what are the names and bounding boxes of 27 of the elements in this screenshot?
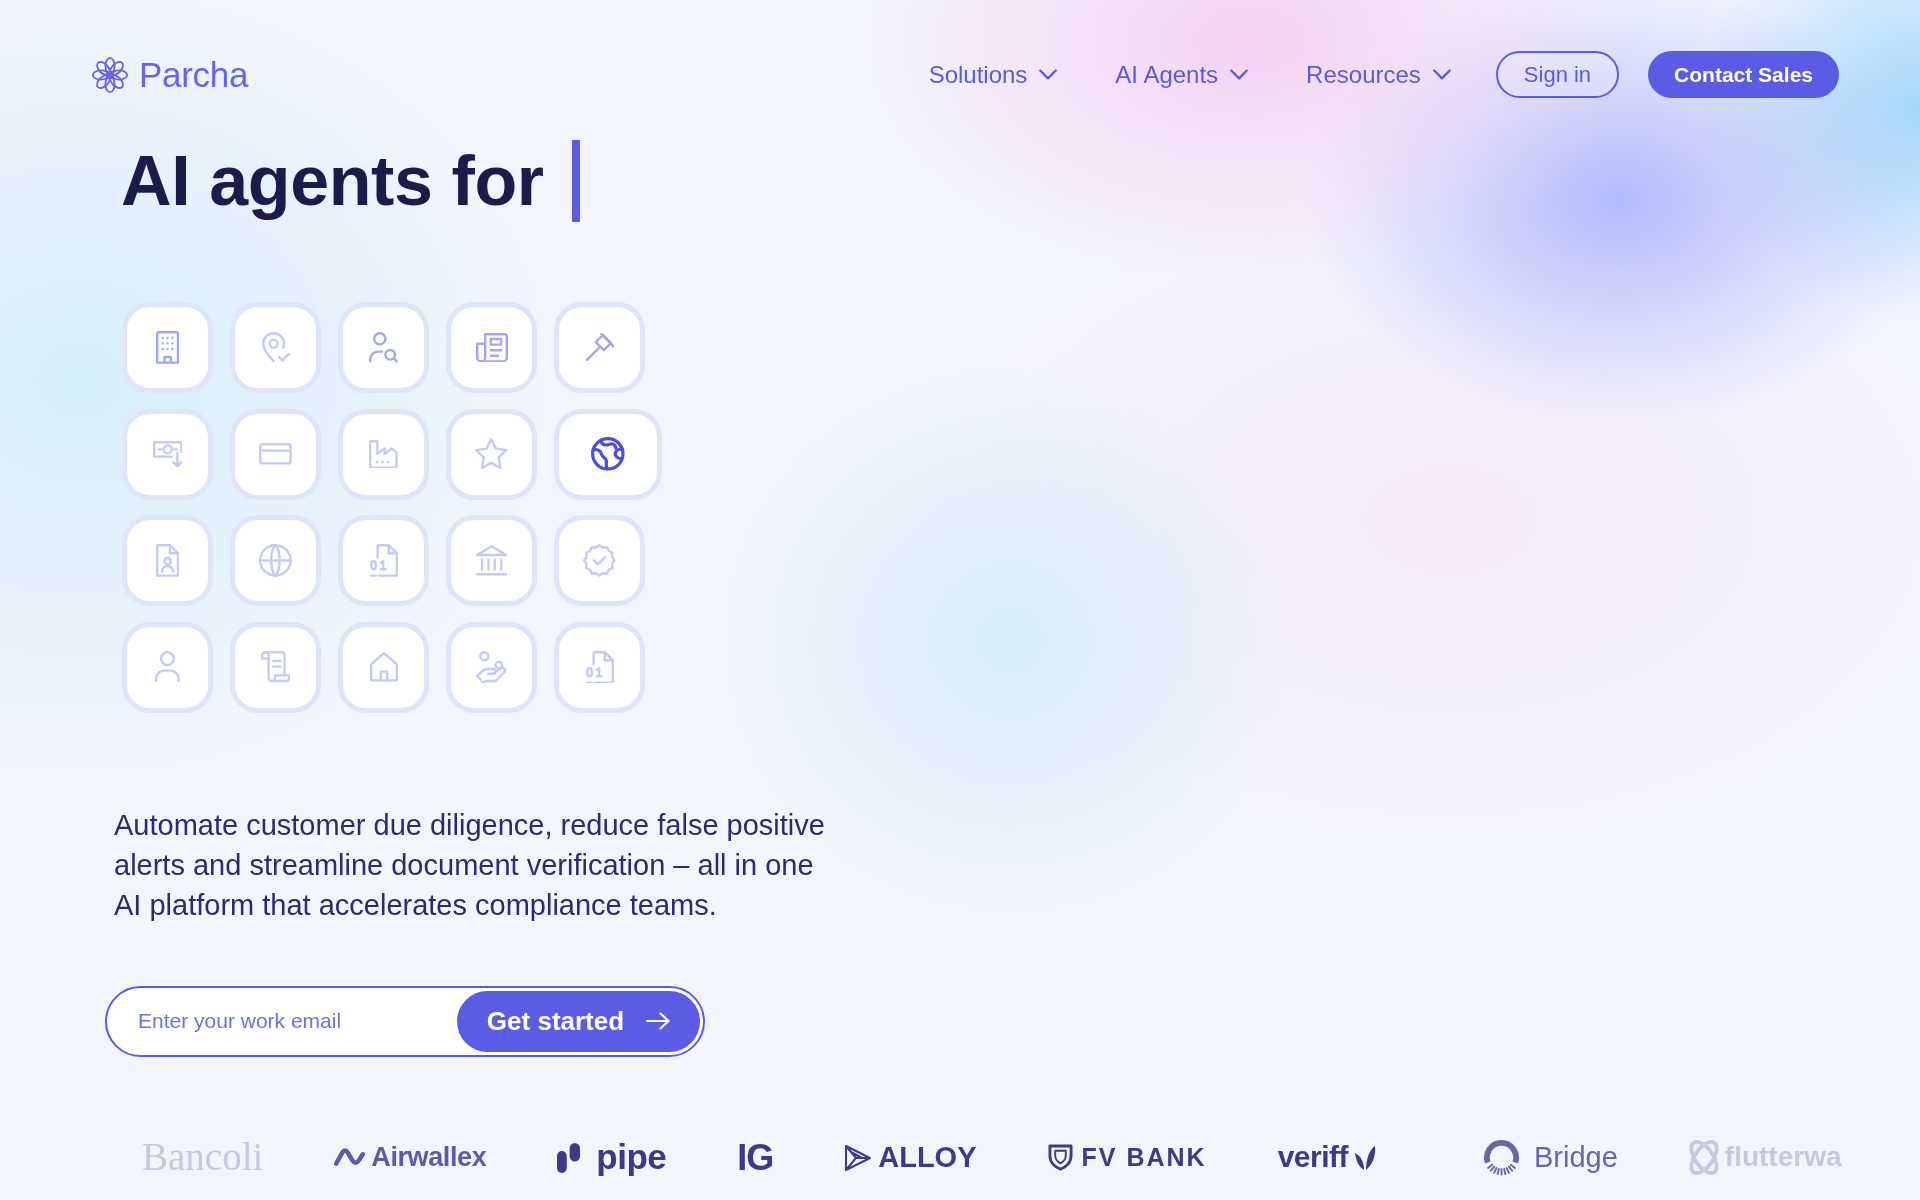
arrow-right-icon bbox=[646, 1012, 671, 1030]
loops-logo-icon bbox=[1688, 1140, 1719, 1175]
brand-wordmark: FV BANK bbox=[1081, 1143, 1207, 1172]
email-field[interactable]: Enter your work email Get started bbox=[105, 985, 705, 1057]
contact-sales-button[interactable]: Contact Sales bbox=[1648, 51, 1839, 98]
brand-wordmark: veriff bbox=[1277, 1140, 1348, 1175]
brand-wordmark: Airwallex bbox=[371, 1141, 487, 1173]
hero-description: Automate customer due diligence, reduce false positive alerts and streamline document verification – all in one AI platform that accelerates compliance teams. bbox=[114, 807, 826, 923]
two-bars-logo-icon bbox=[557, 1142, 581, 1173]
sign-in-button[interactable]: Sign in bbox=[1495, 51, 1620, 98]
email-input[interactable]: Enter your work email bbox=[138, 1007, 457, 1035]
leaf-logo-icon bbox=[1354, 1144, 1376, 1171]
headline: AI agents for bbox=[121, 141, 544, 222]
get-started-button[interactable]: Get started bbox=[457, 990, 700, 1052]
shield-logo-icon bbox=[1047, 1144, 1073, 1171]
nav-menu-button[interactable]: Resources bbox=[1306, 60, 1451, 89]
ring-logo-icon bbox=[1483, 1139, 1520, 1176]
brand-wordmark: ALLOY bbox=[878, 1140, 977, 1175]
flower-logo-icon bbox=[92, 56, 128, 93]
brand-name[interactable]: Parcha bbox=[139, 54, 249, 95]
nav-menu-button[interactable]: Solutions bbox=[928, 60, 1058, 89]
brand-wordmark: Bridge bbox=[1534, 1140, 1618, 1175]
nav-menu-button[interactable]: AI Agents bbox=[1115, 60, 1249, 89]
triangle-logo-icon bbox=[844, 1143, 873, 1172]
wave-logo-icon bbox=[334, 1148, 366, 1167]
brand-wordmark: IG bbox=[737, 1136, 774, 1179]
brand-wordmark: pipe bbox=[596, 1137, 667, 1178]
